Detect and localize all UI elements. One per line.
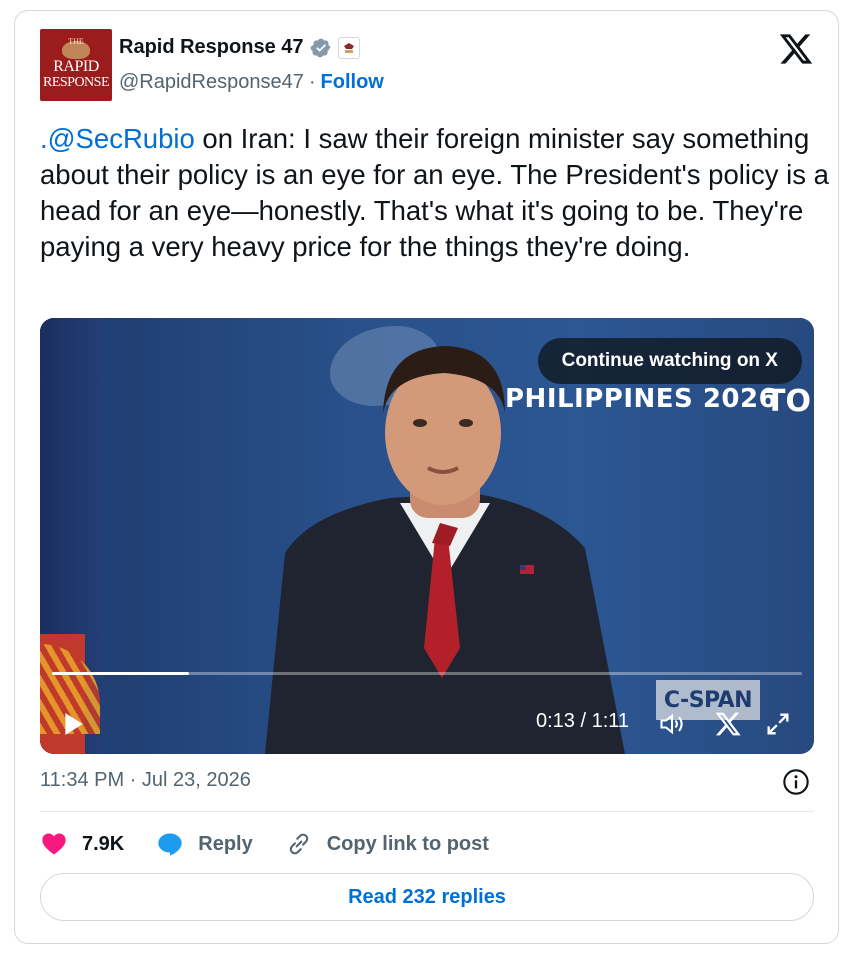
heart-icon xyxy=(42,833,66,855)
mention-link[interactable]: .@SecRubio xyxy=(40,123,195,154)
link-icon xyxy=(289,833,308,855)
continue-watching-button[interactable]: Continue watching on X xyxy=(537,338,802,384)
tweet-text: .@SecRubio on Iran: I saw their foreign … xyxy=(40,121,830,265)
copy-link-button[interactable]: Copy link to post xyxy=(285,830,489,858)
author-display-name[interactable]: Rapid Response 47 xyxy=(119,36,304,59)
post-timestamp[interactable]: 11:34 PM · Jul 23, 2026 xyxy=(40,769,251,792)
x-watermark-icon[interactable] xyxy=(714,710,742,738)
separator-dot: · xyxy=(308,71,316,93)
follow-button[interactable]: Follow xyxy=(321,71,384,94)
affiliate-badge-icon[interactable] xyxy=(337,36,360,59)
author-handle[interactable]: @RapidResponse47 xyxy=(119,71,304,94)
like-count: 7.9K xyxy=(82,832,125,855)
video-progress-fill xyxy=(52,672,190,675)
video-progress-bar[interactable] xyxy=(52,672,802,675)
avatar-text-top: THE xyxy=(68,37,84,46)
play-icon[interactable] xyxy=(60,711,86,737)
verified-badge-icon[interactable] xyxy=(310,37,332,59)
reply-label: Reply xyxy=(198,832,253,855)
author-handle-row: @RapidResponse47 · Follow xyxy=(119,71,384,94)
like-button[interactable]: 7.9K xyxy=(40,830,124,858)
avatar-text-bottom: RESPONSE xyxy=(42,75,110,90)
fullscreen-icon[interactable] xyxy=(764,710,792,738)
volume-icon[interactable] xyxy=(658,710,686,738)
x-logo-icon[interactable] xyxy=(778,31,814,67)
video-time: 0:13 / 1:11 xyxy=(536,710,630,732)
reply-button[interactable]: Reply xyxy=(156,830,253,858)
author-name-row: Rapid Response 47 xyxy=(119,36,360,59)
copy-link-label: Copy link to post xyxy=(326,832,489,855)
avatar-text-main: RAPID xyxy=(53,58,99,75)
video-player[interactable]: PHILIPPINES 2026 TO C-SPAN Continue watc… xyxy=(40,318,814,754)
info-icon[interactable] xyxy=(782,768,810,796)
footer-divider xyxy=(40,811,814,812)
read-replies-button[interactable]: Read 232 replies xyxy=(40,873,814,921)
tweet-card: THE RAPID RESPONSE Rapid Response 47 @Ra… xyxy=(14,10,839,944)
action-bar: 7.9K Reply Copy link to post xyxy=(40,827,521,861)
avatar[interactable]: THE RAPID RESPONSE xyxy=(40,29,112,101)
reply-bubble-icon xyxy=(158,833,182,856)
